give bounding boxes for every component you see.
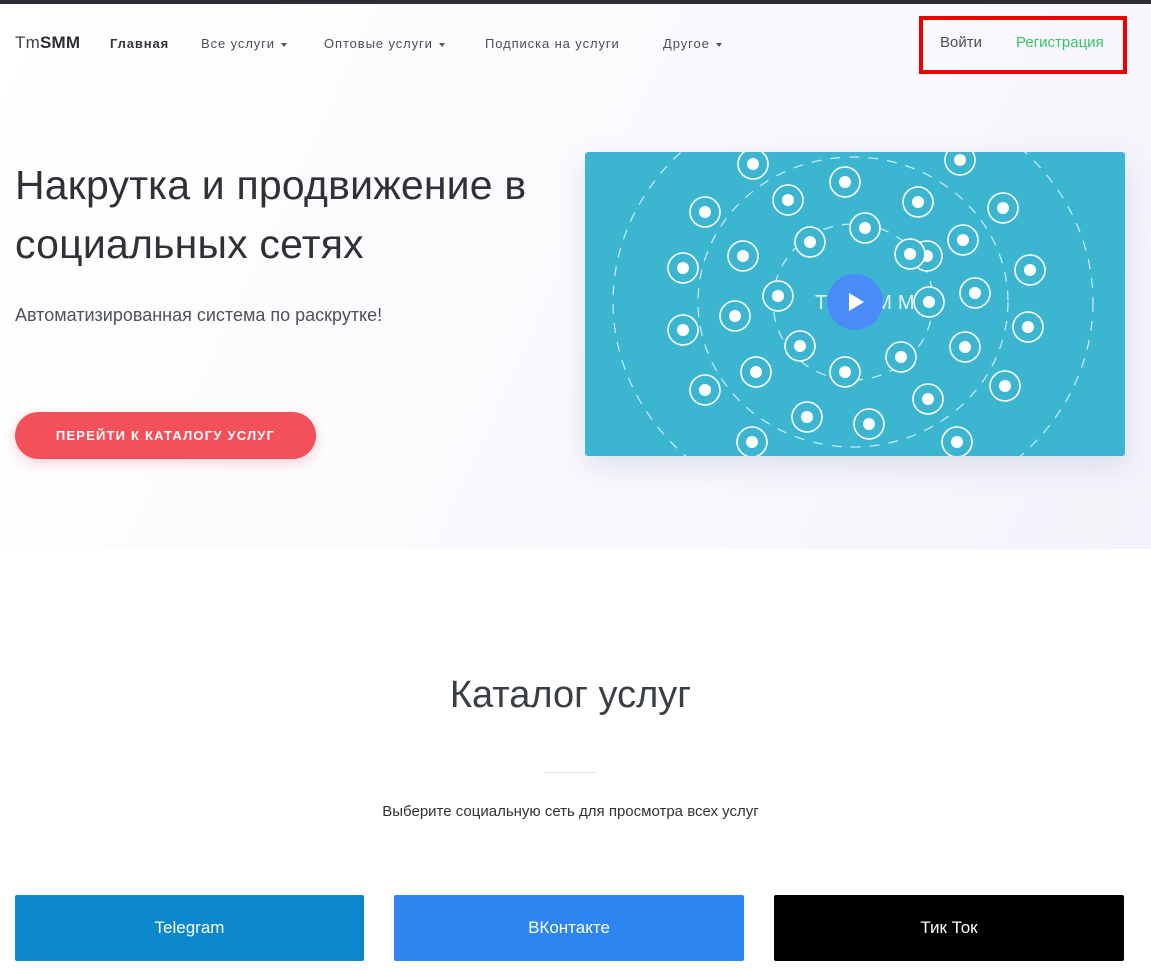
twitter-icon	[894, 238, 926, 270]
vine-icon	[667, 252, 699, 284]
vine-icon	[989, 370, 1021, 402]
nav-all-services-label: Все услуги	[201, 36, 275, 51]
video-thumbnail: TmSMM	[612, 152, 1094, 456]
snapchat-icon	[902, 186, 934, 218]
tile-tiktok[interactable]: Тик Ток	[774, 895, 1124, 961]
hero-title: Накрутка и продвижение в социальных сетя…	[15, 162, 527, 267]
brand-logo[interactable]: TmSMM	[15, 33, 80, 53]
nav-subscription-label: Подписка на услуги	[485, 36, 620, 51]
dropbox-icon	[947, 224, 979, 256]
linkedin-icon	[791, 401, 823, 433]
promo-video[interactable]: TmSMM	[585, 152, 1125, 456]
skype-icon	[959, 277, 991, 309]
facebook-icon	[719, 300, 751, 332]
telegram-icon	[912, 383, 944, 415]
flickr-icon	[772, 184, 804, 216]
nav-home[interactable]: Главная	[110, 36, 169, 51]
line-icon	[736, 426, 768, 456]
caret-down-icon	[715, 42, 722, 47]
catalog-title: Каталог услуг	[449, 674, 692, 716]
viber-icon	[1014, 254, 1046, 286]
register-link[interactable]: Регистрация	[1016, 34, 1104, 51]
catalog-divider	[544, 772, 596, 773]
tile-telegram[interactable]: Telegram	[15, 895, 364, 961]
brand-prefix: Tm	[15, 33, 40, 52]
vk-icon	[794, 226, 826, 258]
nav-home-label: Главная	[110, 36, 170, 51]
vine-icon	[784, 330, 816, 362]
nav-wholesale[interactable]: Оптовые услуги	[324, 36, 445, 51]
facebook-icon	[689, 374, 721, 406]
twitch-icon	[944, 152, 976, 176]
nav-other-label: Другое	[663, 36, 710, 51]
vk-icon	[941, 426, 973, 456]
caret-down-icon	[438, 42, 445, 47]
vine-icon	[1012, 311, 1044, 343]
viber-icon	[829, 356, 861, 388]
instagram-icon	[727, 240, 759, 272]
catalog-subtitle: Выберите социальную сеть для просмотра в…	[382, 803, 759, 820]
play-button[interactable]	[827, 274, 883, 330]
instagram-icon	[667, 314, 699, 346]
twitch-icon	[913, 286, 945, 318]
tiktok-icon	[737, 152, 769, 180]
vk-icon	[849, 212, 881, 244]
twitch-icon	[885, 341, 917, 373]
tile-vkontakte[interactable]: ВКонтакте	[394, 895, 744, 961]
share-icon	[949, 331, 981, 363]
twitch-icon	[987, 192, 1019, 224]
nav-all-services[interactable]: Все услуги	[201, 36, 287, 51]
vine-icon	[762, 280, 794, 312]
login-link[interactable]: Войти	[940, 34, 982, 51]
catalog-cta-button[interactable]: ПЕРЕЙТИ К КАТАЛОГУ УСЛУГ	[15, 412, 316, 459]
caret-down-icon	[280, 42, 287, 47]
nav-subscription[interactable]: Подписка на услуги	[485, 36, 620, 51]
nav-other[interactable]: Другое	[663, 36, 722, 51]
heart-icon	[829, 166, 861, 198]
vk-icon	[689, 196, 721, 228]
hero-subtitle: Автоматизированная система по раскрутке!	[15, 305, 383, 325]
location-icon	[853, 408, 885, 440]
nav-wholesale-label: Оптовые услуги	[324, 36, 433, 51]
brand-bold: SMM	[39, 33, 81, 52]
line-icon	[740, 356, 772, 388]
